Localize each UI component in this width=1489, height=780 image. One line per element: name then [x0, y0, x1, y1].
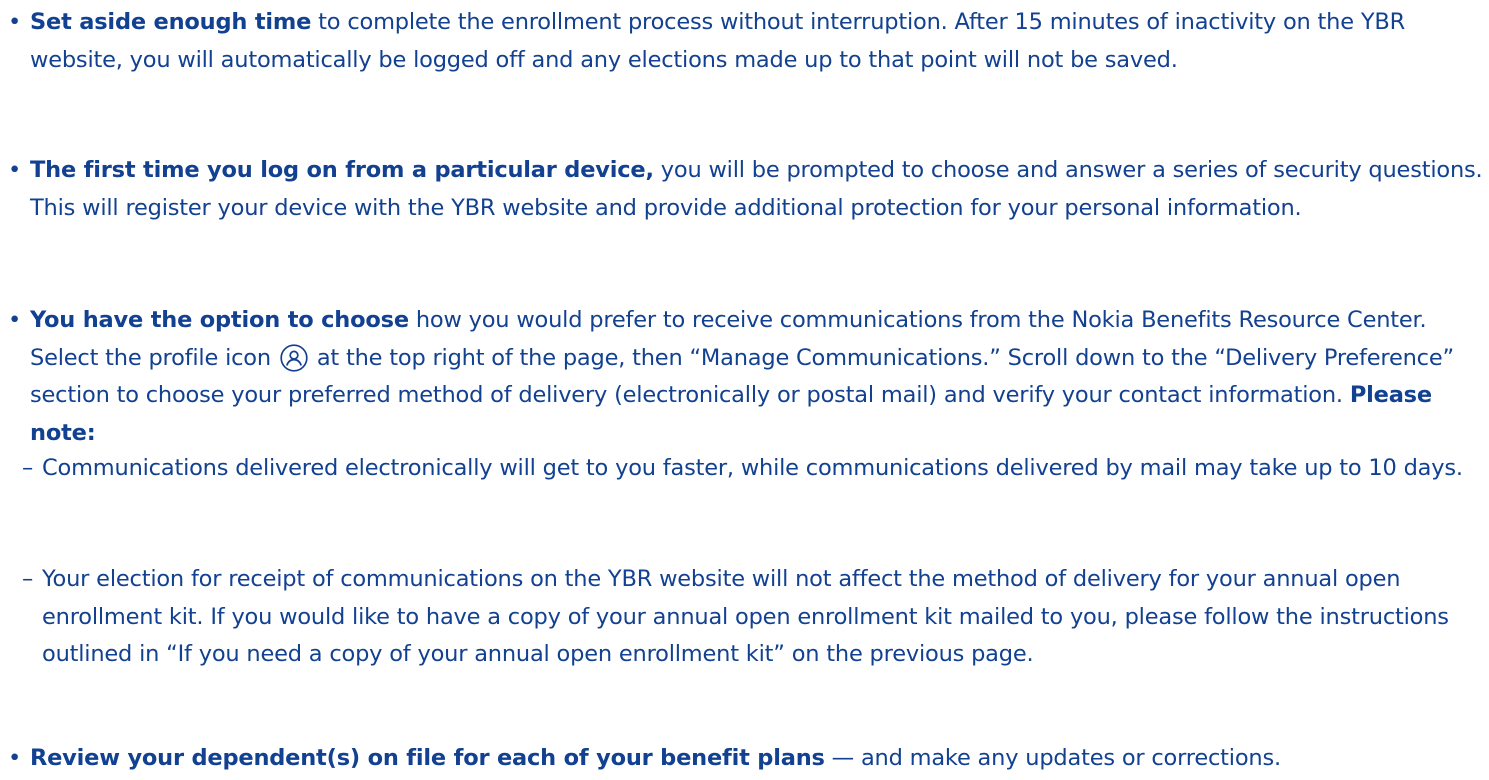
bullet-lead: The first time you log on from a particu… — [30, 157, 654, 183]
bullet-communication-options: • You have the option to choose how you … — [8, 302, 1486, 452]
bullet-dot: • — [8, 9, 22, 35]
bullet-text: Review your dependent(s) on file for eac… — [30, 740, 1486, 778]
bullet-dot: • — [8, 745, 22, 771]
document-page: • Set aside enough time to complete the … — [0, 0, 1489, 780]
bullet-first-log-on: • The first time you log on from a parti… — [8, 152, 1486, 227]
bullet-lead: Review your dependent(s) on file for eac… — [30, 745, 825, 771]
bullet-lead: You have the option to choose — [30, 307, 409, 333]
bullet-set-aside-time: • Set aside enough time to complete the … — [8, 4, 1486, 79]
bullet-dot: • — [8, 307, 22, 333]
subitem-electronic-delivery: – Communications delivered electronicall… — [22, 450, 1482, 488]
bullet-text: Set aside enough time to complete the en… — [30, 4, 1486, 79]
subitem-text: Your election for receipt of communicati… — [42, 566, 1449, 667]
profile-icon — [280, 343, 308, 372]
bullet-dot: • — [8, 157, 22, 183]
subitem-dash: – — [22, 566, 34, 592]
bullet-text: The first time you log on from a particu… — [30, 152, 1486, 227]
bullet-body: — and make any updates or corrections. — [824, 745, 1281, 771]
bullet-text: You have the option to choose how you wo… — [30, 302, 1486, 452]
subitem-enrollment-kit: – Your election for receipt of communica… — [22, 561, 1482, 674]
bullet-review-dependents: • Review your dependent(s) on file for e… — [8, 740, 1486, 778]
bullet-lead: Set aside enough time — [30, 9, 312, 35]
subitem-dash: – — [22, 455, 34, 481]
subitem-text: Communications delivered electronically … — [42, 455, 1463, 481]
